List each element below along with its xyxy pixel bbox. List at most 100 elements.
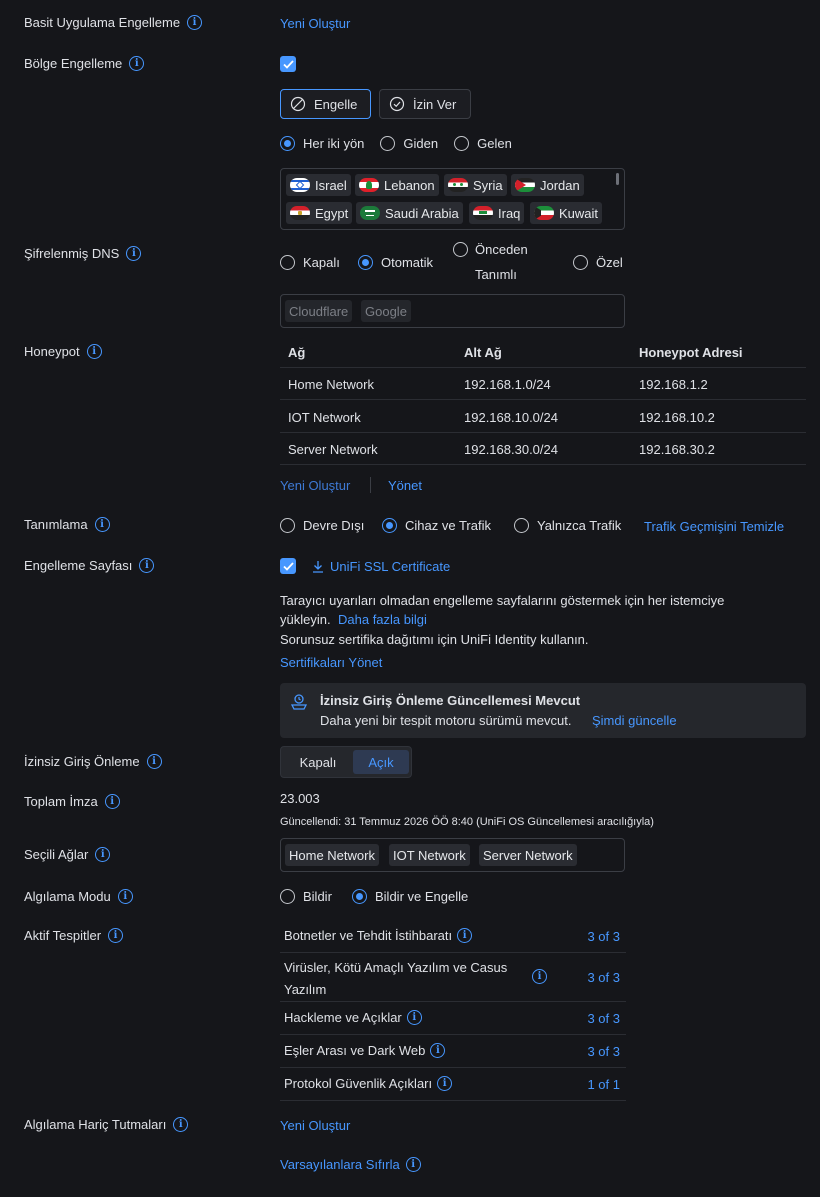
country-chip-jordan[interactable]: Jordan [511,174,584,196]
app-block-create-link[interactable]: Yeni Oluştur [280,16,350,31]
israel-flag-icon [290,178,310,192]
detection-row[interactable]: Hackleme ve Açıklar i 3 of 3 [280,1002,626,1035]
block-page-checkbox[interactable] [280,558,296,574]
detection-row[interactable]: Eşler Arası ve Dark Web i 3 of 3 [280,1035,626,1068]
check-icon [282,561,294,571]
info-icon[interactable]: i [532,969,547,984]
allow-button[interactable]: İzin Ver [379,89,471,119]
ips-toggle: Kapalı Açık [280,746,412,778]
block-icon [290,96,306,112]
region-block-label: Bölge Engelleme i [24,56,145,71]
identification-device-traffic-radio[interactable]: Cihaz ve Trafik [382,518,491,533]
exclusions-create-link[interactable]: Yeni Oluştur [280,1118,350,1133]
saudi-arabia-flag-icon [360,206,380,220]
info-icon[interactable]: i [86,344,102,359]
detection-mode-label: Algılama Modu i [24,889,133,904]
country-chip-iraq[interactable]: Iraq [469,202,525,224]
country-chip-egypt[interactable]: Egypt [286,202,353,224]
block-page-desc-line3: Sorunsuz sertifika dağıtımı için UniFi I… [280,632,589,647]
engine-update-icon [290,694,308,710]
detection-row[interactable]: Protokol Güvenlik Açıkları i 1 of 1 [280,1068,626,1101]
scrollbar[interactable] [616,173,619,185]
info-icon[interactable]: i [146,754,162,769]
lebanon-flag-icon [359,178,379,192]
info-icon[interactable]: i [126,246,142,261]
info-icon[interactable]: i [187,15,203,30]
network-chip-server[interactable]: Server Network [479,844,577,866]
honeypot-create-link[interactable]: Yeni Oluştur [280,478,350,493]
update-banner-text: Daha yeni bir tespit motoru sürümü mevcu… [320,713,572,728]
check-circle-icon [389,96,405,112]
dns-predefined-label-2: Tanımlı [475,267,517,282]
info-icon[interactable]: i [173,1117,189,1132]
dns-server-chip-cloudflare[interactable]: Cloudflare [285,300,353,322]
ips-off-option[interactable]: Kapalı [285,750,351,774]
selected-networks-label: Seçili Ağlar i [24,847,111,862]
direction-incoming[interactable]: Gelen [454,136,512,151]
clear-traffic-history-link[interactable]: Trafik Geçmişini Temizle [644,519,784,534]
dns-custom-radio[interactable]: Özel [573,255,623,270]
dns-predefined-radio[interactable] [453,242,468,257]
info-icon[interactable]: i [430,1043,446,1058]
info-icon[interactable]: i [457,928,473,943]
table-row[interactable]: Server Network 192.168.30.0/24 192.168.3… [280,433,806,465]
info-icon[interactable]: i [405,1157,421,1172]
network-chip-home[interactable]: Home Network [285,844,379,866]
direction-outgoing[interactable]: Giden [380,136,438,151]
country-chip-kuwait[interactable]: Kuwait [530,202,603,224]
country-chip-saudi-arabia[interactable]: Saudi Arabia [356,202,463,224]
detection-notify-block-radio[interactable]: Bildir ve Engelle [352,889,468,904]
honeypot-label: Honeypot i [24,344,102,359]
info-icon[interactable]: i [95,847,111,862]
info-icon[interactable]: i [406,1010,422,1025]
table-row[interactable]: IOT Network 192.168.10.0/24 192.168.10.2 [280,401,806,433]
learn-more-link[interactable]: Daha fazla bilgi [338,612,427,627]
table-row[interactable]: Home Network 192.168.1.0/24 192.168.1.2 [280,368,806,400]
honeypot-table-header: Ağ Alt Ağ Honeypot Adresi [280,336,806,368]
network-chip-iot[interactable]: IOT Network [389,844,470,866]
detection-exclusions-label: Algılama Hariç Tutmaları i [24,1117,189,1132]
manage-certificates-link[interactable]: Sertifikaları Yönet [280,655,382,670]
block-button[interactable]: Engelle [280,89,371,119]
honeypot-manage-link[interactable]: Yönet [388,478,422,493]
country-chip-lebanon[interactable]: Lebanon [355,174,439,196]
dns-predefined-label-1: Önceden [475,242,528,257]
info-icon[interactable]: i [129,56,145,71]
direction-both[interactable]: Her iki yön [280,136,364,151]
detection-row[interactable]: Virüsler, Kötü Amaçlı Yazılım ve Casus Y… [280,953,626,1002]
divider [370,477,371,493]
download-certificate-link[interactable]: UniFi SSL Certificate [312,559,450,574]
detection-notify-radio[interactable]: Bildir [280,889,332,904]
identification-traffic-only-radio[interactable]: Yalnızca Trafik [514,518,621,533]
info-icon[interactable]: i [108,928,124,943]
info-icon[interactable]: i [94,517,110,532]
info-icon[interactable]: i [139,558,155,573]
ips-label: İzinsiz Giriş Önleme i [24,754,162,769]
ips-on-option[interactable]: Açık [353,750,409,774]
download-icon [313,561,323,573]
signatures-updated: Güncellendi: 31 Temmuz 2026 ÖÖ 8:40 (Uni… [280,816,654,828]
block-page-label: Engelleme Sayfası i [24,558,155,573]
dns-label: Şifrelenmiş DNS i [24,246,142,261]
identification-disabled-radio[interactable]: Devre Dışı [280,518,364,533]
info-icon[interactable]: i [104,794,120,809]
info-icon[interactable]: i [117,889,133,904]
signatures-count: 23.003 [280,791,320,806]
country-chip-syria[interactable]: Syria [444,174,507,196]
signatures-label: Toplam İmza i [24,794,120,809]
reset-defaults-link[interactable]: Varsayılanlara Sıfırla i [280,1157,421,1172]
dns-off-radio[interactable]: Kapalı [280,255,340,270]
update-now-link[interactable]: Şimdi güncelle [592,713,677,728]
info-icon[interactable]: i [437,1076,453,1091]
dns-server-chip-google[interactable]: Google [361,300,411,322]
active-detections-label: Aktif Tespitler i [24,928,124,943]
detection-row[interactable]: Botnetler ve Tehdit İstihbaratı i 3 of 3 [280,920,626,953]
iraq-flag-icon [473,206,493,220]
kuwait-flag-icon [534,206,554,220]
region-block-checkbox[interactable] [280,56,296,72]
egypt-flag-icon [290,206,310,220]
dns-auto-radio[interactable]: Otomatik [358,255,433,270]
check-icon [282,59,294,69]
country-chip-israel[interactable]: Israel [286,174,351,196]
update-banner-title: İzinsiz Giriş Önleme Güncellemesi Mevcut [320,693,581,708]
